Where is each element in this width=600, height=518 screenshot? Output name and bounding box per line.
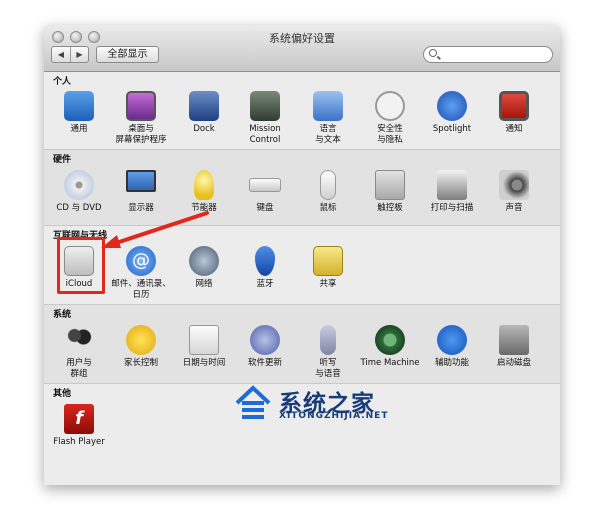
dictation-speech-icon (320, 325, 336, 355)
icloud-highlight-box (57, 237, 105, 294)
forward-button[interactable]: ▶ (69, 47, 88, 62)
pref-cd-dvd[interactable]: CD 与 DVD (46, 170, 112, 214)
pref-users-groups[interactable]: 用户与 群组 (46, 325, 112, 380)
parental-controls-icon (126, 325, 156, 355)
pref-flash-player[interactable]: f Flash Player (46, 404, 112, 448)
energy-saver-icon (194, 170, 214, 200)
pref-dictation-speech[interactable]: 听写 与语音 (295, 325, 361, 380)
pref-trackpad[interactable]: 触控板 (357, 170, 423, 214)
section-label-personal: 个人 (53, 77, 72, 87)
flash-player-icon: f (64, 404, 94, 434)
trackpad-icon (375, 170, 405, 200)
users-groups-icon (64, 325, 94, 355)
show-all-button[interactable]: 全部显示 (96, 46, 159, 63)
section-label-other: 其他 (53, 389, 72, 399)
pref-general[interactable]: 通用 (46, 91, 112, 135)
pref-mouse[interactable]: 鼠标 (295, 170, 361, 214)
displays-icon (126, 170, 156, 192)
search-field[interactable] (423, 46, 553, 63)
pref-accessibility[interactable]: 辅助功能 (419, 325, 485, 369)
section-label-hardware: 硬件 (53, 155, 72, 165)
mouse-icon (320, 170, 336, 200)
watermark-url: XITONGZHIJIA.NET (279, 411, 389, 421)
pref-startup-disk[interactable]: 启动磁盘 (481, 325, 547, 369)
date-time-icon (189, 325, 219, 355)
language-text-icon (313, 91, 343, 121)
pref-notifications[interactable]: 通知 (481, 91, 547, 135)
desktop-screensaver-icon (126, 91, 156, 121)
nav-buttons: ◀ ▶ (51, 46, 89, 63)
accessibility-icon (437, 325, 467, 355)
pref-desktop-screensaver[interactable]: 桌面与 屏幕保护程序 (108, 91, 174, 146)
time-machine-icon (375, 325, 405, 355)
security-privacy-icon (375, 91, 405, 121)
pref-sharing[interactable]: 共享 (295, 246, 361, 290)
back-button[interactable]: ◀ (52, 47, 70, 62)
cd-dvd-icon (64, 170, 94, 200)
sharing-icon (313, 246, 343, 276)
software-update-icon (250, 325, 280, 355)
print-scan-icon (437, 170, 467, 200)
window-title: 系统偏好设置 (269, 32, 335, 45)
section-system: 系统 用户与 群组 家长控制 日期与时间 软件更新 听写 与语音 Time Mach… (44, 305, 560, 383)
keyboard-icon (249, 178, 281, 192)
section-label-system: 系统 (53, 310, 72, 320)
pref-displays[interactable]: 显示器 (108, 170, 174, 214)
pref-bluetooth[interactable]: 蓝牙 (232, 246, 298, 290)
pref-energy-saver[interactable]: 节能器 (171, 170, 237, 214)
watermark-logo-icon (235, 385, 271, 419)
section-personal: 个人 通用 桌面与 屏幕保护程序 Dock Mission Control 语言 与文… (44, 72, 560, 149)
pref-mail-contacts-calendars[interactable]: @ 邮件、通讯录、 日历 (108, 246, 174, 301)
pref-network[interactable]: 网络 (171, 246, 237, 290)
notifications-icon (499, 91, 529, 121)
pref-dock[interactable]: Dock (171, 91, 237, 135)
pref-print-scan[interactable]: 打印与扫描 (419, 170, 485, 214)
pref-parental-controls[interactable]: 家长控制 (108, 325, 174, 369)
pref-security-privacy[interactable]: 安全性 与隐私 (357, 91, 423, 146)
pref-date-time[interactable]: 日期与时间 (171, 325, 237, 369)
pref-mission-control[interactable]: Mission Control (232, 91, 298, 146)
bluetooth-icon (255, 246, 275, 276)
annotation-arrow-icon (101, 211, 209, 248)
sound-icon (499, 170, 529, 200)
watermark: 系统之家 XITONGZHIJIA.NET (233, 384, 443, 426)
pref-time-machine[interactable]: Time Machine (357, 325, 423, 369)
pref-keyboard[interactable]: 键盘 (232, 170, 298, 214)
search-icon (429, 49, 437, 57)
spotlight-icon (437, 91, 467, 121)
general-icon (64, 91, 94, 121)
startup-disk-icon (499, 325, 529, 355)
pref-software-update[interactable]: 软件更新 (232, 325, 298, 369)
pref-language-text[interactable]: 语言 与文本 (295, 91, 361, 146)
mission-control-icon (250, 91, 280, 121)
pref-spotlight[interactable]: Spotlight (419, 91, 485, 135)
pref-sound[interactable]: 声音 (481, 170, 547, 214)
dock-icon (189, 91, 219, 121)
toolbar: 系统偏好设置 ◀ ▶ 全部显示 (44, 25, 560, 72)
